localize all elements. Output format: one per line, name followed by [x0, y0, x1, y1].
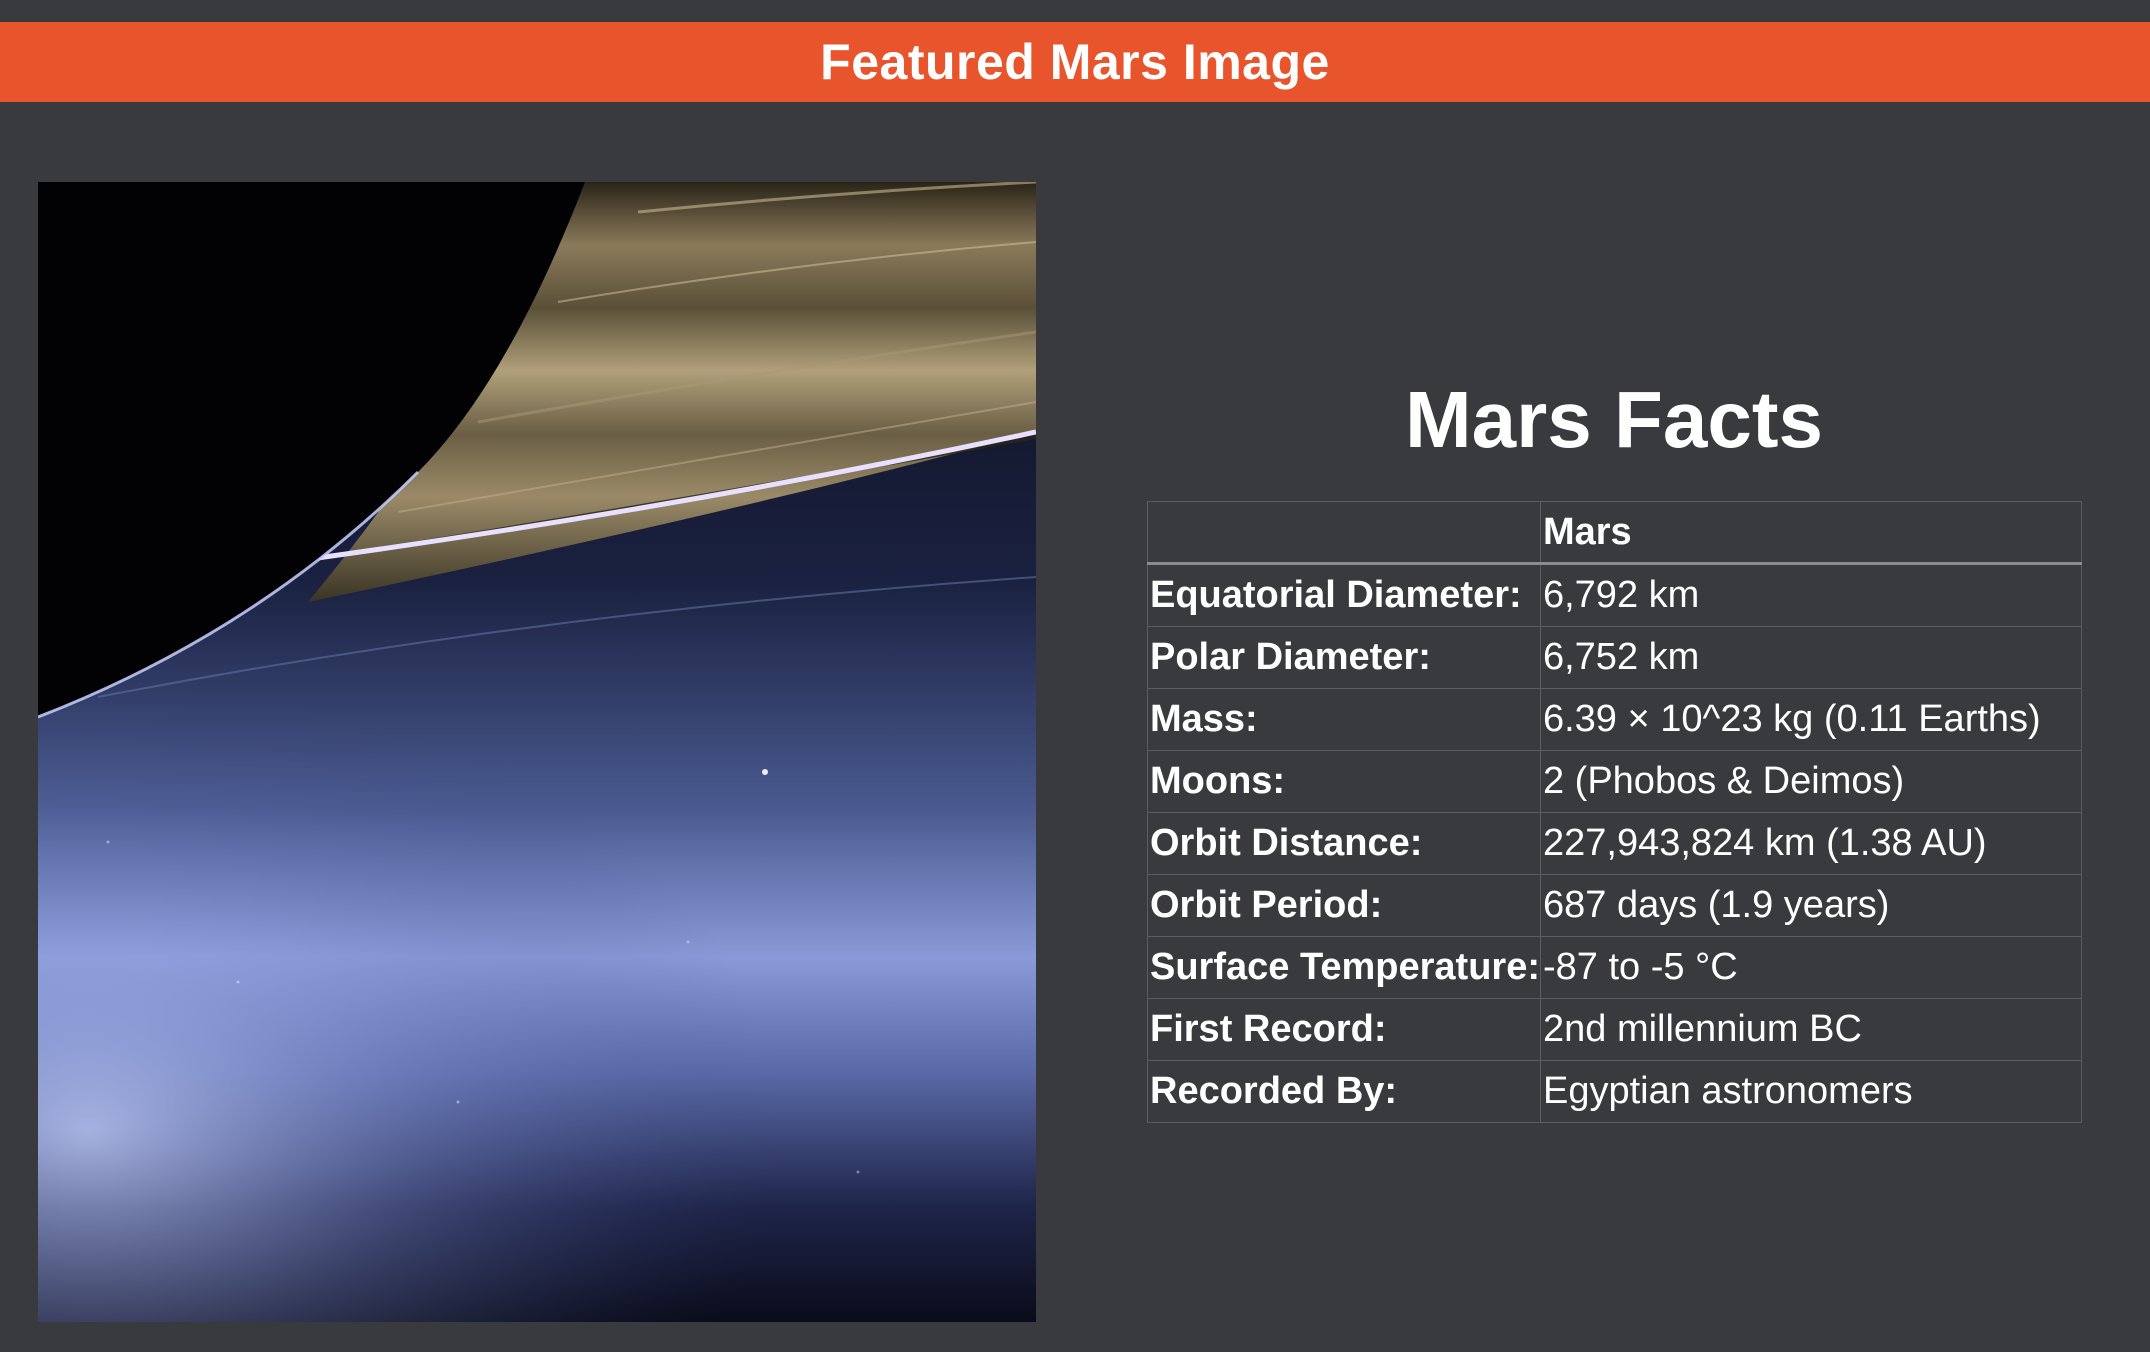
row-label: Orbit Period: [1147, 874, 1541, 937]
row-value: 6,792 km [1539, 563, 2083, 627]
row-label: Polar Diameter: [1147, 626, 1541, 689]
table-row: Polar Diameter: 6,752 km [1147, 626, 2083, 689]
row-value: 2nd millennium BC [1539, 998, 2083, 1061]
table-row: Surface Temperature: -87 to -5 °C [1147, 936, 2083, 999]
mars-facts-table: Mars Equatorial Diameter: 6,792 km Polar… [1147, 501, 2083, 1123]
table-row: Moons: 2 (Phobos & Deimos) [1147, 750, 2083, 813]
row-value: Egyptian astronomers [1539, 1060, 2083, 1123]
row-value: -87 to -5 °C [1539, 936, 2083, 999]
row-label: First Record: [1147, 998, 1541, 1061]
featured-mars-image[interactable] [38, 182, 1036, 1322]
row-label: Equatorial Diameter: [1147, 563, 1541, 627]
table-header-planet: Mars [1539, 501, 2083, 565]
table-row: Mass: 6.39 × 10^23 kg (0.11 Earths) [1147, 688, 2083, 751]
table-row: Equatorial Diameter: 6,792 km [1147, 563, 2083, 627]
row-label: Surface Temperature: [1147, 936, 1541, 999]
table-header-empty [1147, 501, 1541, 565]
page-banner: Featured Mars Image [0, 22, 2150, 102]
facts-title: Mars Facts [1405, 375, 1823, 464]
table-row: Orbit Period: 687 days (1.9 years) [1147, 874, 2083, 937]
table-header-row: Mars [1147, 501, 2083, 565]
table-row: First Record: 2nd millennium BC [1147, 998, 2083, 1061]
table-row: Recorded By: Egyptian astronomers [1147, 1060, 2083, 1123]
row-value: 2 (Phobos & Deimos) [1539, 750, 2083, 813]
row-label: Orbit Distance: [1147, 812, 1541, 875]
banner-title: Featured Mars Image [820, 34, 1330, 90]
row-value: 6,752 km [1539, 626, 2083, 689]
featured-image-graphic [38, 182, 1036, 1322]
row-value: 6.39 × 10^23 kg (0.11 Earths) [1539, 688, 2083, 751]
row-value: 227,943,824 km (1.38 AU) [1539, 812, 2083, 875]
row-label: Recorded By: [1147, 1060, 1541, 1123]
row-label: Mass: [1147, 688, 1541, 751]
row-value: 687 days (1.9 years) [1539, 874, 2083, 937]
row-label: Moons: [1147, 750, 1541, 813]
table-row: Orbit Distance: 227,943,824 km (1.38 AU) [1147, 812, 2083, 875]
